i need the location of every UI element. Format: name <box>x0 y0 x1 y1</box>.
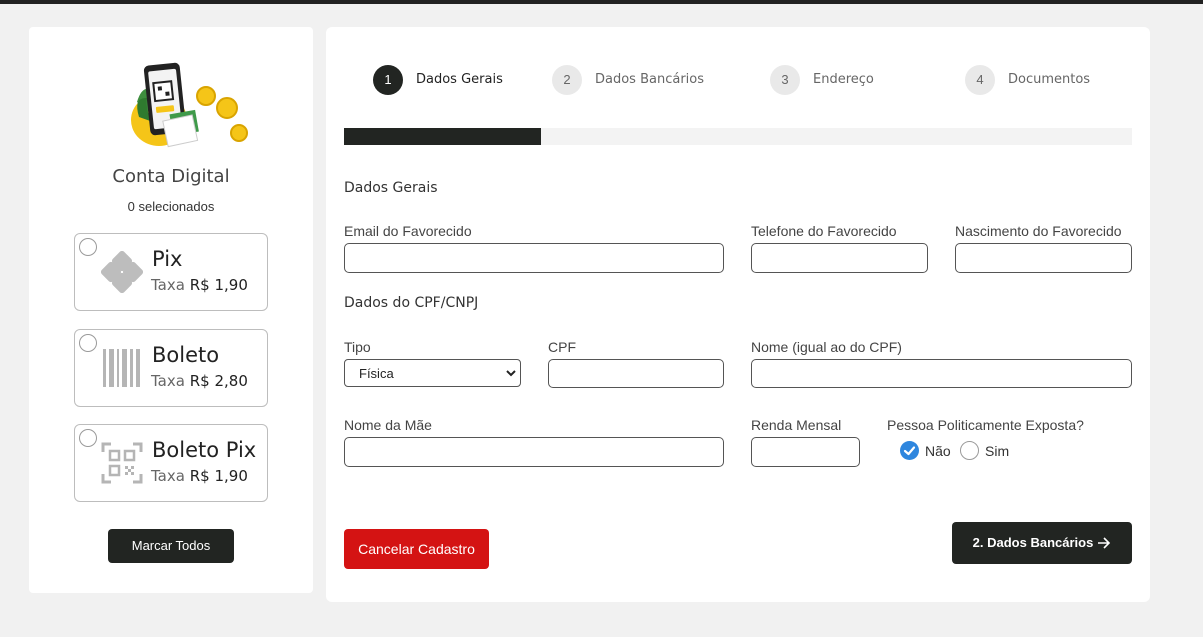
step-label: Dados Bancários <box>595 72 705 87</box>
fee-label: Taxa <box>151 467 185 485</box>
option-name: Boleto Pix <box>152 438 257 462</box>
digital-payment-illustration <box>131 62 248 148</box>
step-number: 1 <box>373 65 403 95</box>
option-card-boleto-pix[interactable]: Boleto Pix Taxa R$ 1,90 <box>74 424 268 502</box>
option-fee: Taxa R$ 1,90 <box>151 276 248 294</box>
phone-label: Telefone do Favorecido <box>751 223 897 239</box>
type-label: Tipo <box>344 339 371 355</box>
section-title-cpf: Dados do CPF/CNPJ <box>344 295 479 311</box>
option-fee: Taxa R$ 1,90 <box>151 467 248 485</box>
pep-yes-label: Sim <box>985 443 1010 459</box>
option-radio-pix[interactable] <box>79 238 97 256</box>
email-label: Email do Favorecido <box>344 223 472 239</box>
next-step-label: 2. Dados Bancários <box>972 535 1094 550</box>
birth-date-field[interactable] <box>955 243 1132 273</box>
check-icon <box>903 446 916 456</box>
full-name-field[interactable] <box>751 359 1132 388</box>
option-card-boleto[interactable]: Boleto Taxa R$ 2,80 <box>74 329 268 407</box>
account-title: Conta Digital <box>112 166 230 187</box>
next-step-button[interactable]: 2. Dados Bancários <box>952 522 1132 564</box>
pep-no-label: Não <box>925 443 951 459</box>
type-select-value: Física <box>359 366 394 381</box>
barcode-icon <box>103 349 140 387</box>
step-label: Endereço <box>813 72 874 87</box>
step-number: 4 <box>965 65 995 95</box>
pep-radio-yes[interactable] <box>960 441 979 460</box>
pep-radio-no[interactable] <box>900 441 919 460</box>
monthly-income-label: Renda Mensal <box>751 417 842 433</box>
step-label: Documentos <box>1008 72 1091 87</box>
option-name: Boleto <box>152 343 220 367</box>
monthly-income-field[interactable] <box>751 437 860 467</box>
progress-bar <box>344 128 1132 145</box>
top-bar <box>0 0 1203 4</box>
fee-label: Taxa <box>151 276 185 294</box>
pep-question-label: Pessoa Politicamente Exposta? <box>887 417 1084 433</box>
option-radio-boleto-pix[interactable] <box>79 429 97 447</box>
option-radio-boleto[interactable] <box>79 334 97 352</box>
option-card-pix[interactable]: Pix Taxa R$ 1,90 <box>74 233 268 311</box>
birth-date-label: Nascimento do Favorecido <box>955 223 1122 239</box>
registration-form-card: 1 Dados Gerais 2 Dados Bancários 3 Ender… <box>326 27 1150 602</box>
phone-field[interactable] <box>751 243 928 273</box>
option-name: Pix <box>152 247 183 271</box>
step-label: Dados Gerais <box>416 72 503 87</box>
progress-fill <box>344 128 541 145</box>
mother-name-label: Nome da Mãe <box>344 417 432 433</box>
mother-name-field[interactable] <box>344 437 724 467</box>
cpf-field[interactable] <box>548 359 724 388</box>
fee-value: R$ 1,90 <box>189 276 248 294</box>
arrow-right-icon <box>1098 537 1111 549</box>
fee-label: Taxa <box>151 372 185 390</box>
mark-all-button[interactable]: Marcar Todos <box>108 529 234 563</box>
option-fee: Taxa R$ 2,80 <box>151 372 248 390</box>
email-field[interactable] <box>344 243 724 273</box>
type-select[interactable]: Física <box>344 359 521 387</box>
fee-value: R$ 2,80 <box>189 372 248 390</box>
step-number: 3 <box>770 65 800 95</box>
qr-code-icon <box>101 442 143 484</box>
cancel-registration-button[interactable]: Cancelar Cadastro <box>344 529 489 569</box>
chevron-down-icon <box>506 370 516 377</box>
fee-value: R$ 1,90 <box>189 467 248 485</box>
pix-icon <box>101 251 143 293</box>
account-sidebar: Conta Digital 0 selecionados Pix Taxa R$… <box>29 27 313 593</box>
selected-count: 0 selecionados <box>127 199 215 214</box>
full-name-label: Nome (igual ao do CPF) <box>751 339 902 355</box>
cpf-label: CPF <box>548 339 576 355</box>
step-number: 2 <box>552 65 582 95</box>
section-title-general: Dados Gerais <box>344 180 438 196</box>
